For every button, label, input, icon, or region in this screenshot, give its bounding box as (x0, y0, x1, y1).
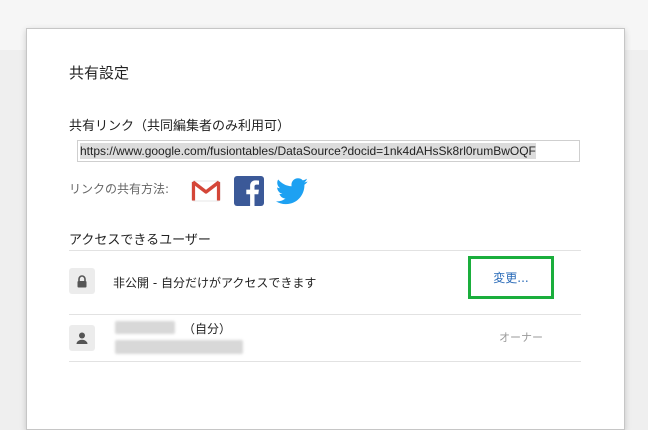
owner-role-label: オーナー (499, 331, 543, 344)
divider-top (69, 250, 581, 251)
share-link-field[interactable]: https://www.google.com/fusiontables/Data… (77, 140, 580, 162)
owner-email-redacted (115, 340, 243, 354)
divider-bottom (69, 361, 581, 362)
gmail-icon[interactable] (191, 179, 221, 203)
share-link-url: https://www.google.com/fusiontables/Data… (80, 143, 536, 159)
person-icon (69, 325, 95, 351)
change-visibility-button[interactable]: 変更... (468, 256, 554, 299)
share-via-label: リンクの共有方法: (69, 182, 170, 196)
twitter-icon[interactable] (274, 178, 310, 206)
owner-self-tag: （自分） (183, 322, 232, 336)
facebook-icon[interactable] (234, 176, 264, 206)
lock-icon (69, 268, 95, 294)
visibility-text: 非公開 - 自分だけがアクセスできます (113, 276, 317, 290)
owner-name-redacted (115, 321, 175, 334)
divider-middle (69, 314, 581, 315)
dialog-title: 共有設定 (69, 64, 130, 82)
access-heading: アクセスできるユーザー (69, 233, 211, 248)
sharing-dialog: 共有設定 共有リンク（共同編集者のみ利用可） https://www.googl… (26, 28, 625, 430)
share-link-label: 共有リンク（共同編集者のみ利用可） (69, 119, 291, 134)
